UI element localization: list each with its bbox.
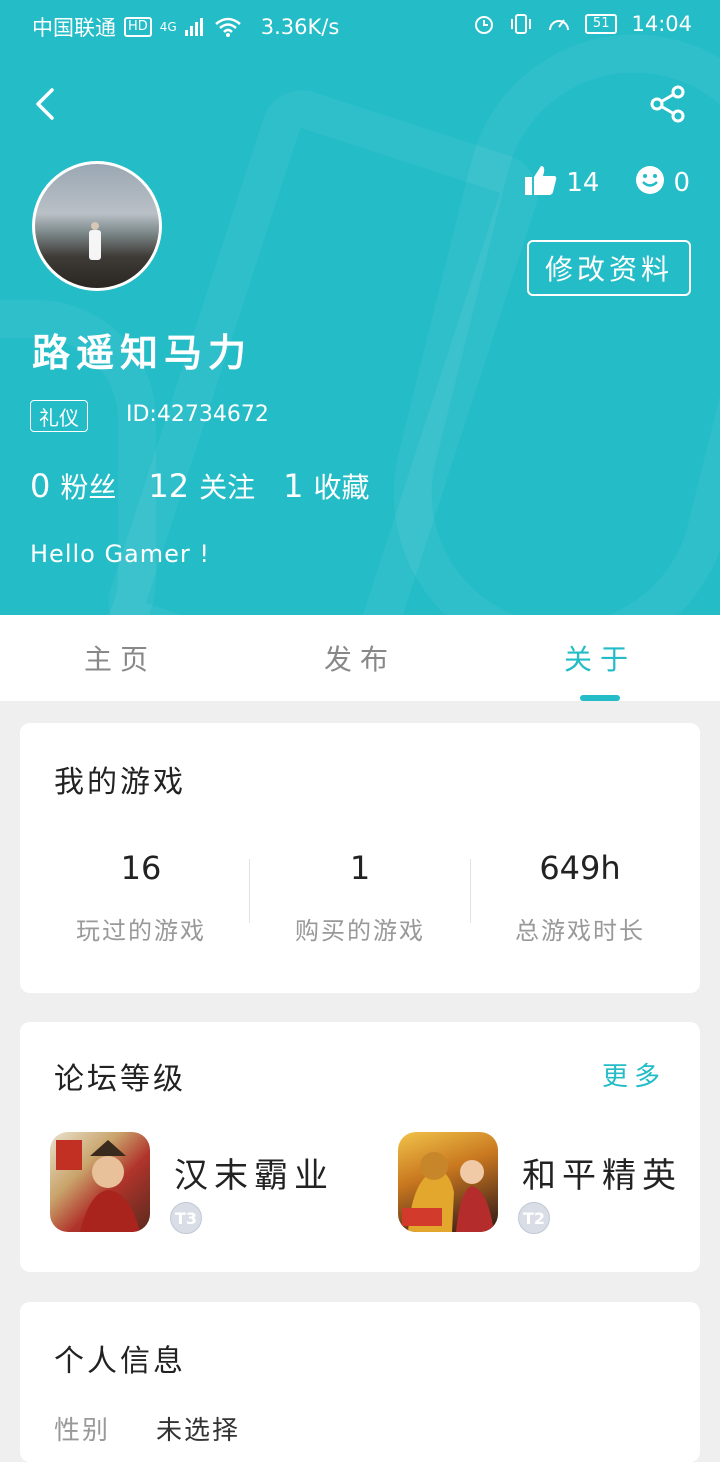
tab-home[interactable]: 主页: [0, 615, 240, 701]
my-games-title: 我的游戏: [54, 765, 186, 800]
avatar[interactable]: [32, 161, 162, 291]
forum-game-name: 和平精英: [522, 1156, 682, 1196]
time: 14:04: [631, 12, 692, 36]
smile-icon: [636, 166, 665, 194]
gender-value: 未选择: [156, 1416, 241, 1446]
tab-indicator: [580, 695, 620, 701]
game-icon-hanmo: [50, 1132, 150, 1232]
follow-counts: 0 粉丝 12 关注 1 收藏: [30, 466, 369, 506]
thumbs-up-icon: [525, 166, 557, 195]
status-bar: 中国联通 HD 4G 3.36K/s 51 14:04: [0, 0, 720, 50]
back-icon[interactable]: [26, 84, 66, 124]
wifi-icon: [214, 17, 241, 37]
user-id: ID:42734672: [126, 402, 269, 427]
network-type: 4G: [159, 20, 177, 34]
hd-badge: HD: [124, 17, 152, 37]
network-speed: 3.36K/s: [260, 15, 340, 39]
vibrate-icon: [510, 14, 531, 34]
more-link[interactable]: 更多: [602, 1056, 666, 1093]
carrier-name: 中国联通: [32, 16, 116, 40]
forum-game-item[interactable]: 和平精英 T2: [398, 1132, 698, 1234]
game-icon-peace-elite: [398, 1132, 498, 1232]
gender-row: 性别 未选择: [54, 1410, 240, 1447]
smiles-count: 0: [673, 168, 690, 198]
speed-icon: [548, 19, 569, 31]
forum-game-name: 汉末霸业: [174, 1156, 334, 1196]
smiles[interactable]: 0: [635, 165, 690, 202]
alarm-icon: [474, 16, 493, 34]
forum-level-card: 论坛等级 更多 汉末霸业 T3 和平精英 T2: [20, 1022, 700, 1272]
tab-about[interactable]: 关于: [480, 615, 720, 701]
tab-about-label: 关于: [563, 643, 636, 676]
likes[interactable]: 14: [524, 164, 599, 203]
battery-level: 51: [584, 14, 618, 34]
bio: Hello Gamer !: [30, 540, 211, 568]
forum-game-item[interactable]: 汉末霸业 T3: [50, 1132, 370, 1234]
tab-posts[interactable]: 发布: [240, 615, 480, 701]
favorites-stat[interactable]: 1 收藏: [283, 466, 369, 506]
fans-stat[interactable]: 0 粉丝: [30, 466, 116, 506]
username: 路遥知马力: [32, 331, 253, 375]
gender-label: 性别: [54, 1416, 111, 1446]
my-games-card: 我的游戏 16 玩过的游戏 1 购买的游戏 649h 总游戏时长: [20, 723, 700, 993]
user-tag: 礼仪: [30, 400, 88, 432]
reaction-stats: 14 0: [524, 164, 690, 203]
edit-profile-button[interactable]: 修改资料: [527, 240, 691, 296]
personal-info-title: 个人信息: [54, 1344, 186, 1379]
signal-icon: [184, 18, 203, 36]
level-badge: T3: [170, 1202, 202, 1234]
profile-tabs: 主页 发布 关于: [0, 615, 720, 701]
level-badge: T2: [518, 1202, 550, 1234]
personal-info-card: 个人信息 性别 未选择: [20, 1302, 700, 1462]
share-icon[interactable]: [648, 84, 688, 124]
likes-count: 14: [566, 168, 600, 198]
forum-level-title: 论坛等级: [54, 1062, 186, 1097]
profile-header: 中国联通 HD 4G 3.36K/s 51 14:04 14 0 修改资料 路遥…: [0, 0, 720, 615]
follow-stat[interactable]: 12 关注: [148, 466, 255, 506]
